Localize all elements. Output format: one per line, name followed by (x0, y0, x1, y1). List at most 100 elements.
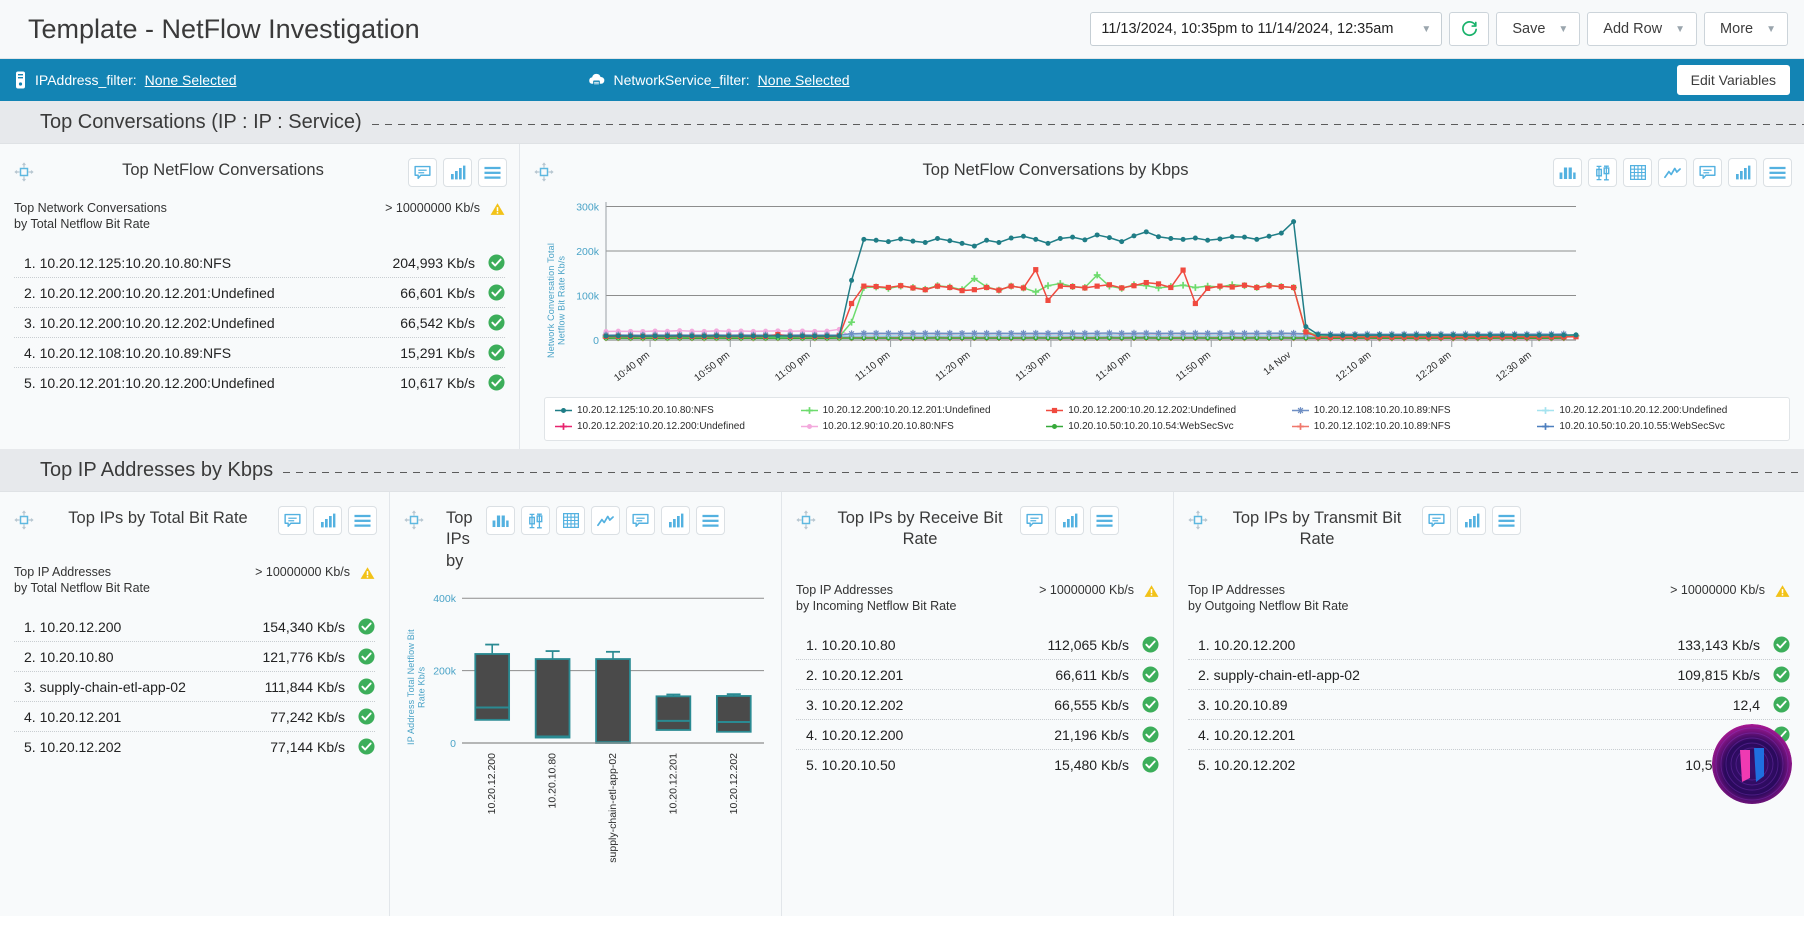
list-item[interactable]: 2. supply-chain-etl-app-02 109,815 Kb/s (1188, 660, 1790, 690)
list-item[interactable]: 1. 10.20.12.125:10.20.10.80:NFS 204,993 … (14, 248, 505, 278)
legend-item[interactable]: 10.20.12.102:10.20.10.89:NFS (1292, 421, 1534, 432)
list-item[interactable]: 2. 10.20.12.200:10.20.12.201:Undefined 6… (14, 278, 505, 308)
list-item[interactable]: 3. 10.20.12.202 66,555 Kb/s (796, 690, 1159, 720)
more-button[interactable]: More ▼ (1704, 12, 1788, 46)
row-header-top-conversations[interactable]: Top Conversations (IP : IP : Service) (0, 101, 1804, 144)
list-item[interactable]: 5. 10.20.12.201:10.20.12.200:Undefined 1… (14, 368, 505, 397)
line-chart-icon (1664, 166, 1681, 180)
status-badge (357, 618, 375, 635)
legend-item-label: 10.20.12.90:10.20.10.80:NFS (823, 421, 954, 432)
comment-button[interactable] (278, 506, 307, 535)
check-circle-icon (1773, 666, 1790, 683)
timeseries-chart[interactable]: 0100k200k300k10:40 pm10:50 pm11:00 pm11:… (548, 192, 1588, 392)
list-item[interactable]: 4. 10.20.12.201 10, (1188, 720, 1790, 750)
row-header-top-ip-addresses[interactable]: Top IP Addresses by Kbps (0, 449, 1804, 492)
legend-item[interactable]: 10.20.12.108:10.20.10.89:NFS (1292, 405, 1534, 416)
drag-move-handle[interactable] (12, 506, 38, 537)
list-item[interactable]: 4. 10.20.12.108:10.20.10.89:NFS 15,291 K… (14, 338, 505, 368)
legend-item[interactable]: 10.20.12.202:10.20.12.200:Undefined (555, 421, 797, 432)
chart-view-button[interactable] (1728, 158, 1757, 187)
comment-button[interactable] (626, 506, 655, 535)
more-button-label: More (1720, 21, 1753, 37)
list-item-label: 2. 10.20.12.201 (806, 667, 1055, 683)
svg-text:12:20 am: 12:20 am (1414, 350, 1454, 384)
list-item[interactable]: 4. 10.20.12.201 77,242 Kb/s (14, 702, 375, 732)
line-chart-button[interactable] (1658, 158, 1687, 187)
server-icon (14, 71, 27, 89)
check-circle-icon (488, 314, 505, 331)
list-item[interactable]: 4. 10.20.12.200 21,196 Kb/s (796, 720, 1159, 750)
status-badge (487, 254, 505, 271)
list-item[interactable]: 1. 10.20.12.200 133,143 Kb/s (1188, 630, 1790, 660)
boxplot-chart-button[interactable] (521, 506, 550, 535)
time-range-picker[interactable]: 11/13/2024, 10:35pm to 11/14/2024, 12:35… (1090, 12, 1442, 46)
list-item[interactable]: 3. supply-chain-etl-app-02 111,844 Kb/s (14, 672, 375, 702)
panel-menu-button[interactable] (478, 158, 507, 187)
list-item[interactable]: 2. 10.20.12.201 66,611 Kb/s (796, 660, 1159, 690)
drag-move-handle[interactable] (794, 506, 820, 537)
svg-text:11:20 pm: 11:20 pm (934, 350, 973, 384)
column-chart-button[interactable] (486, 506, 515, 535)
table-view-button[interactable] (556, 506, 585, 535)
panel-menu-button[interactable] (696, 506, 725, 535)
networkservice-filter-value[interactable]: None Selected (758, 72, 850, 88)
boxplot-chart[interactable]: 0200k400k10.20.12.20010.20.10.80supply-c… (400, 573, 772, 903)
hamburger-menu-icon (1498, 514, 1515, 528)
legend-item[interactable]: 10.20.12.201:10.20.12.200:Undefined (1537, 405, 1779, 416)
ipaddress-filter[interactable]: IPAddress_filter: None Selected (14, 71, 237, 89)
bar-chart-icon (450, 165, 466, 180)
column-chart-button[interactable] (1553, 158, 1582, 187)
legend-item[interactable]: 10.20.10.50:10.20.10.54:WebSecSvc (1046, 421, 1288, 432)
edit-variables-button[interactable]: Edit Variables (1677, 65, 1790, 95)
save-button[interactable]: Save ▼ (1496, 12, 1580, 46)
add-row-button-label: Add Row (1603, 21, 1662, 37)
panel-menu-button[interactable] (348, 506, 377, 535)
chart-view-button[interactable] (1055, 506, 1084, 535)
list-item[interactable]: 3. 10.20.12.200:10.20.12.202:Undefined 6… (14, 308, 505, 338)
list-item[interactable]: 5. 10.20.12.202 77,144 Kb/s (14, 732, 375, 761)
panel-menu-button[interactable] (1492, 506, 1521, 535)
comment-button[interactable] (1693, 158, 1722, 187)
legend-item-label: 10.20.12.200:10.20.12.202:Undefined (1068, 405, 1236, 416)
drag-move-handle[interactable] (402, 506, 428, 537)
panel-top-ips-transmit: Top IPs by Transmit Bit Rate (1174, 492, 1804, 916)
ipaddress-filter-value[interactable]: None Selected (145, 72, 237, 88)
table-view-button[interactable] (1623, 158, 1652, 187)
chart-y-axis-title: Network Conversation Total Netflow Bit R… (546, 240, 567, 360)
boxplot-chart-button[interactable] (1588, 158, 1617, 187)
legend-item[interactable]: 10.20.12.90:10.20.10.80:NFS (801, 421, 1043, 432)
chart-view-button[interactable] (443, 158, 472, 187)
svg-text:14 Nov: 14 Nov (1262, 350, 1294, 378)
list-item[interactable]: 1. 10.20.10.80 112,065 Kb/s (796, 630, 1159, 660)
comment-button[interactable] (408, 158, 437, 187)
add-row-button[interactable]: Add Row ▼ (1587, 12, 1697, 46)
list-item[interactable]: 3. 10.20.10.89 12,4 (1188, 690, 1790, 720)
comment-button[interactable] (1422, 506, 1451, 535)
list-item[interactable]: 2. 10.20.10.80 121,776 Kb/s (14, 642, 375, 672)
chart-view-button[interactable] (313, 506, 342, 535)
list-item[interactable]: 1. 10.20.12.200 154,340 Kb/s (14, 612, 375, 642)
legend-item[interactable]: 10.20.12.200:10.20.12.202:Undefined (1046, 405, 1288, 416)
legend-item[interactable]: 10.20.10.50:10.20.10.55:WebSecSvc (1537, 421, 1779, 432)
refresh-button[interactable] (1449, 12, 1489, 46)
comment-button[interactable] (1020, 506, 1049, 535)
panel-menu-button[interactable] (1090, 506, 1119, 535)
drag-move-handle[interactable] (532, 158, 558, 189)
legend-item[interactable]: 10.20.12.200:10.20.12.201:Undefined (801, 405, 1043, 416)
list-caption-text: Top IP Addresses by Outgoing Netflow Bit… (1188, 583, 1349, 614)
drag-move-handle[interactable] (1186, 506, 1212, 537)
legend-item[interactable]: 10.20.12.125:10.20.10.80:NFS (555, 405, 797, 416)
list-caption: Top Network Conversations by Total Netfl… (14, 201, 505, 232)
panel-menu-button[interactable] (1763, 158, 1792, 187)
list-item[interactable]: 5. 10.20.10.50 15,480 Kb/s (796, 750, 1159, 779)
comment-icon (284, 513, 301, 529)
line-chart-button[interactable] (591, 506, 620, 535)
check-circle-icon (488, 284, 505, 301)
networkservice-filter[interactable]: NetworkService_filter: None Selected (587, 72, 850, 88)
chart-view-button[interactable] (1457, 506, 1486, 535)
panel-header: Top IPs by Transmit Bit Rate (1174, 492, 1804, 555)
row-title: Top Conversations (IP : IP : Service) (40, 111, 362, 134)
list-item[interactable]: 5. 10.20.12.202 10,589 Kb/s (1188, 750, 1790, 779)
drag-move-handle[interactable] (12, 158, 38, 189)
chart-view-button[interactable] (661, 506, 690, 535)
